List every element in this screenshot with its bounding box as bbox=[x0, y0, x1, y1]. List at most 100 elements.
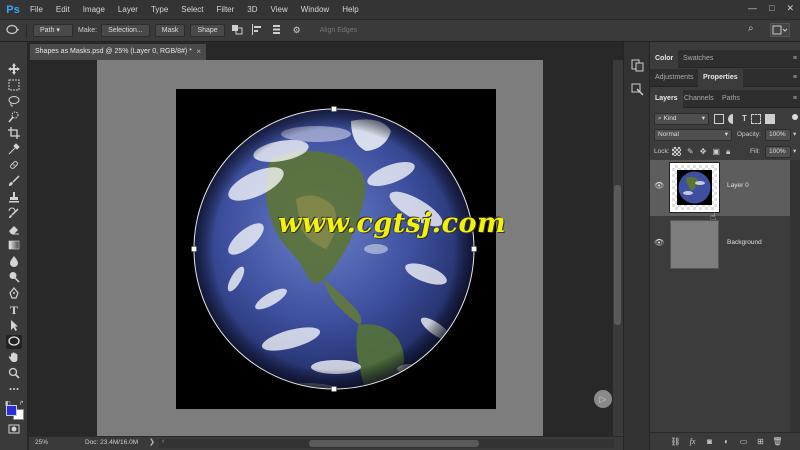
filter-smart-object-icon[interactable] bbox=[764, 114, 775, 124]
menu-help[interactable]: Help bbox=[342, 5, 358, 14]
hand-tool-icon[interactable] bbox=[6, 351, 22, 365]
lock-transparent-icon[interactable] bbox=[672, 147, 681, 156]
tab-adjustments[interactable]: Adjustments bbox=[650, 69, 699, 87]
panel-menu-icon[interactable]: ≡ bbox=[793, 55, 797, 62]
marquee-tool-icon[interactable] bbox=[6, 79, 22, 93]
close-document-icon[interactable]: × bbox=[196, 44, 201, 60]
crop-tool-icon[interactable] bbox=[6, 127, 22, 141]
menu-type[interactable]: Type bbox=[151, 5, 168, 14]
pen-tool-icon[interactable] bbox=[6, 287, 22, 301]
brush-tool-icon[interactable] bbox=[6, 175, 22, 189]
minimize-icon[interactable]: — bbox=[748, 3, 757, 14]
tab-swatches[interactable]: Swatches bbox=[678, 50, 718, 68]
menu-window[interactable]: Window bbox=[301, 5, 329, 14]
align-edges-checkbox[interactable]: Align Edges bbox=[320, 27, 357, 34]
menu-select[interactable]: Select bbox=[181, 5, 203, 14]
lock-artboard-icon[interactable]: ▣ bbox=[712, 147, 720, 156]
layer-filter-select[interactable]: ⌕ Kind ▾ bbox=[654, 113, 709, 125]
type-tool-icon[interactable]: T bbox=[6, 303, 22, 317]
lock-position-icon[interactable]: ✥ bbox=[700, 147, 707, 156]
status-menu-arrow-icon[interactable]: ❯ bbox=[149, 438, 155, 446]
layer-name[interactable]: Background bbox=[727, 239, 762, 246]
tab-channels[interactable]: Channels bbox=[679, 90, 719, 108]
layer-row-background[interactable]: 👁︎ Background bbox=[650, 217, 790, 273]
vertical-scrollbar-thumb[interactable] bbox=[614, 185, 621, 325]
new-layer-icon[interactable]: ⊞ bbox=[755, 436, 766, 447]
layers-scrollbar[interactable] bbox=[790, 160, 800, 432]
make-mask-button[interactable]: Mask bbox=[154, 24, 186, 37]
menu-3d[interactable]: 3D bbox=[247, 5, 257, 14]
dodge-tool-icon[interactable] bbox=[6, 271, 22, 285]
opacity-input[interactable]: 100% bbox=[765, 129, 791, 141]
filter-type-icon[interactable]: T bbox=[742, 114, 747, 125]
canvas-area[interactable]: ▷ bbox=[29, 60, 613, 436]
menu-edit[interactable]: Edit bbox=[56, 5, 70, 14]
gradient-tool-icon[interactable] bbox=[6, 239, 22, 253]
menu-layer[interactable]: Layer bbox=[118, 5, 138, 14]
scroll-left-icon[interactable]: ‹ bbox=[162, 438, 164, 445]
blur-tool-icon[interactable] bbox=[6, 255, 22, 269]
gear-icon[interactable]: ⚙ bbox=[290, 24, 304, 37]
vertical-scrollbar[interactable] bbox=[613, 60, 623, 436]
filter-shape-icon[interactable] bbox=[750, 114, 761, 124]
tab-color[interactable]: Color bbox=[650, 50, 679, 68]
zoom-tool-icon[interactable] bbox=[6, 367, 22, 381]
panel-menu-icon[interactable]: ≡ bbox=[793, 74, 797, 81]
path-alignment-icon[interactable] bbox=[250, 24, 264, 37]
horizontal-scrollbar[interactable]: ‹ bbox=[159, 438, 614, 448]
workspace-switcher-icon[interactable] bbox=[770, 23, 790, 37]
history-panel-icon[interactable] bbox=[631, 59, 644, 72]
search-icon[interactable]: ⌕ bbox=[748, 23, 760, 35]
layer-name[interactable]: Layer 0 bbox=[727, 182, 749, 189]
menu-image[interactable]: Image bbox=[83, 5, 105, 14]
tab-paths[interactable]: Paths bbox=[717, 90, 745, 108]
history-brush-tool-icon[interactable] bbox=[6, 207, 22, 221]
eyedropper-tool-icon[interactable] bbox=[6, 143, 22, 157]
add-mask-icon[interactable]: ◙ bbox=[704, 436, 715, 447]
layer-row-layer-0[interactable]: 👁︎ Layer 0 bbox=[650, 160, 790, 216]
fill-input[interactable]: 100% bbox=[765, 146, 791, 158]
path-arrangement-icon[interactable] bbox=[270, 24, 284, 37]
tool-mode-select[interactable]: Path ▾ bbox=[33, 24, 73, 37]
document-tab[interactable]: Shapes as Masks.psd @ 25% (Layer 0, RGB/… bbox=[30, 44, 206, 60]
move-tool-icon[interactable] bbox=[6, 63, 22, 77]
layer-style-icon[interactable]: fx bbox=[687, 436, 698, 447]
filter-adjustment-icon[interactable] bbox=[728, 114, 738, 124]
filter-toggle-icon[interactable] bbox=[792, 114, 798, 120]
make-shape-button[interactable]: Shape bbox=[190, 24, 225, 37]
menu-view[interactable]: View bbox=[271, 5, 288, 14]
close-icon[interactable]: ✕ bbox=[786, 3, 794, 14]
eraser-tool-icon[interactable] bbox=[6, 223, 22, 237]
opacity-dropdown-icon[interactable]: ▾ bbox=[793, 130, 796, 138]
menu-filter[interactable]: Filter bbox=[217, 5, 235, 14]
more-tools-icon[interactable] bbox=[6, 383, 22, 397]
menu-file[interactable]: File bbox=[30, 5, 43, 14]
document-size-info[interactable]: Doc: 23.4M/16.0M bbox=[85, 439, 138, 446]
swap-colors-icon[interactable]: ↱ bbox=[19, 400, 24, 407]
tab-properties[interactable]: Properties bbox=[698, 69, 743, 87]
document-canvas[interactable] bbox=[176, 89, 496, 409]
foreground-color-swatch[interactable] bbox=[6, 405, 17, 416]
visibility-eye-icon[interactable]: 👁︎ bbox=[654, 238, 664, 248]
ellipse-tool-preset-icon[interactable] bbox=[6, 24, 20, 37]
quick-selection-tool-icon[interactable] bbox=[6, 111, 22, 125]
delete-layer-icon[interactable]: 🗑︎ bbox=[772, 436, 783, 447]
make-selection-button[interactable]: Selection... bbox=[101, 24, 150, 37]
new-group-icon[interactable]: ▭ bbox=[738, 436, 749, 447]
panel-menu-icon[interactable]: ≡ bbox=[793, 95, 797, 102]
quick-mask-icon[interactable] bbox=[6, 423, 22, 437]
lasso-tool-icon[interactable] bbox=[6, 95, 22, 109]
horizontal-scrollbar-thumb[interactable] bbox=[309, 440, 479, 447]
link-layers-icon[interactable]: ⛓︎ bbox=[670, 436, 681, 447]
visibility-eye-icon[interactable]: 👁︎ bbox=[654, 181, 664, 191]
fill-dropdown-icon[interactable]: ▾ bbox=[793, 147, 796, 155]
zoom-level[interactable]: 25% bbox=[35, 439, 48, 446]
path-selection-tool-icon[interactable] bbox=[6, 319, 22, 333]
ellipse-tool-icon[interactable] bbox=[6, 335, 22, 349]
lock-brush-icon[interactable]: ✎ bbox=[687, 147, 694, 156]
lock-all-icon[interactable]: 🔒︎ bbox=[726, 147, 730, 156]
healing-brush-tool-icon[interactable] bbox=[6, 159, 22, 173]
tab-layers[interactable]: Layers bbox=[650, 90, 683, 108]
filter-pixel-icon[interactable] bbox=[714, 114, 724, 124]
play-icon[interactable]: ▷ bbox=[594, 390, 612, 408]
